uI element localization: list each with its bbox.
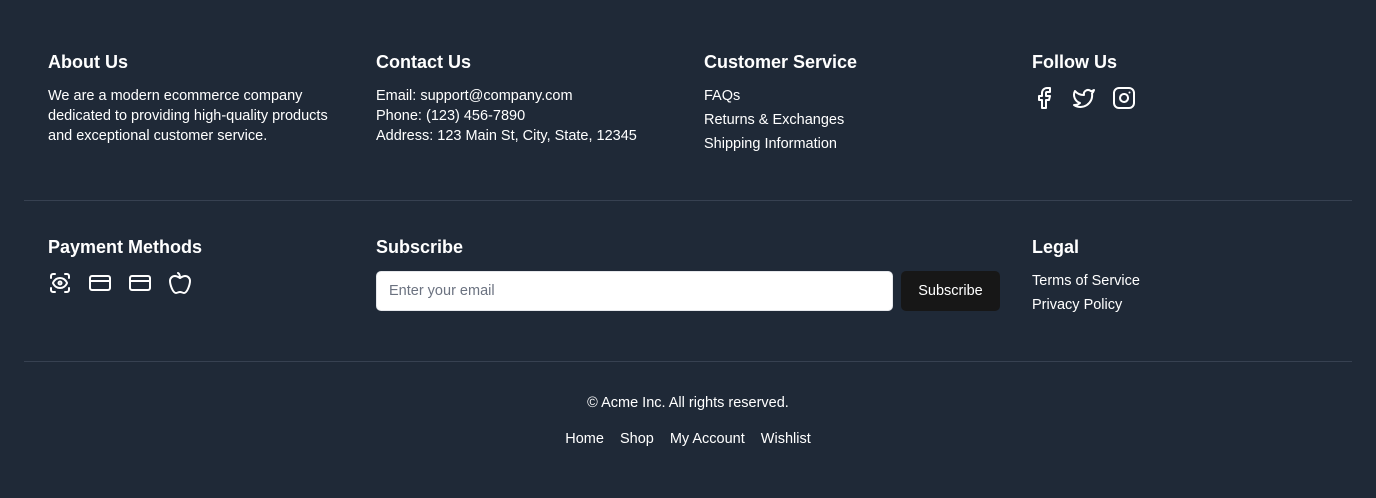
privacy-policy-link[interactable]: Privacy Policy <box>1032 293 1328 317</box>
about-section: About Us We are a modern ecommerce compa… <box>48 50 376 156</box>
footer-divider-bottom <box>24 361 1352 362</box>
footer-divider-top <box>24 200 1352 201</box>
payment-title: Payment Methods <box>48 237 203 257</box>
contact-email: Email: support@company.com <box>376 88 573 104</box>
email-input[interactable] <box>376 271 893 311</box>
payment-section: Payment Methods <box>48 235 376 317</box>
subscribe-button[interactable]: Subscribe <box>901 271 1000 311</box>
site-footer: About Us We are a modern ecommerce compa… <box>0 0 1376 498</box>
credit-card-icon <box>88 271 112 295</box>
contact-address: Address: 123 Main St, City, State, 12345 <box>376 128 637 144</box>
facebook-icon[interactable] <box>1032 86 1056 110</box>
customer-service-title: Customer Service <box>704 52 858 72</box>
returns-exchanges-link[interactable]: Returns & Exchanges <box>704 108 1032 132</box>
subscribe-title: Subscribe <box>376 237 464 257</box>
shipping-information-link[interactable]: Shipping Information <box>704 132 1032 156</box>
about-text: We are a modern ecommerce company dedica… <box>48 88 328 144</box>
contact-title: Contact Us <box>376 52 472 72</box>
copyright-text: © Acme Inc. All rights reserved. <box>587 395 789 411</box>
nav-wishlist-link[interactable]: Wishlist <box>761 429 811 449</box>
about-title: About Us <box>48 52 128 72</box>
twitter-icon[interactable] <box>1072 86 1096 110</box>
footer-top-row: About Us We are a modern ecommerce compa… <box>48 50 1328 156</box>
instagram-icon[interactable] <box>1112 86 1136 110</box>
legal-title: Legal <box>1032 237 1080 257</box>
footer-bottom: © Acme Inc. All rights reserved. Home Sh… <box>0 393 1376 449</box>
subscribe-form: Subscribe <box>376 271 1000 311</box>
nav-home-link[interactable]: Home <box>565 429 604 449</box>
contact-section: Contact Us Email: support@company.com Ph… <box>376 50 704 156</box>
follow-section: Follow Us <box>1032 50 1328 156</box>
subscribe-section: Subscribe Subscribe <box>376 235 1032 317</box>
legal-section: Legal Terms of Service Privacy Policy <box>1032 235 1328 317</box>
bottom-nav: Home Shop My Account Wishlist <box>0 429 1376 449</box>
faqs-link[interactable]: FAQs <box>704 84 1032 108</box>
follow-title: Follow Us <box>1032 52 1117 72</box>
paypal-icon <box>48 271 72 295</box>
footer-middle-row: Payment Methods Subscribe Sub <box>48 235 1328 317</box>
payment-icons <box>48 271 376 295</box>
social-icons <box>1032 86 1328 110</box>
nav-shop-link[interactable]: Shop <box>620 429 654 449</box>
terms-of-service-link[interactable]: Terms of Service <box>1032 269 1328 293</box>
apple-pay-icon <box>168 271 192 295</box>
contact-phone: Phone: (123) 456-7890 <box>376 108 526 124</box>
customer-service-section: Customer Service FAQs Returns & Exchange… <box>704 50 1032 156</box>
credit-card-icon <box>128 271 152 295</box>
nav-my-account-link[interactable]: My Account <box>670 429 745 449</box>
